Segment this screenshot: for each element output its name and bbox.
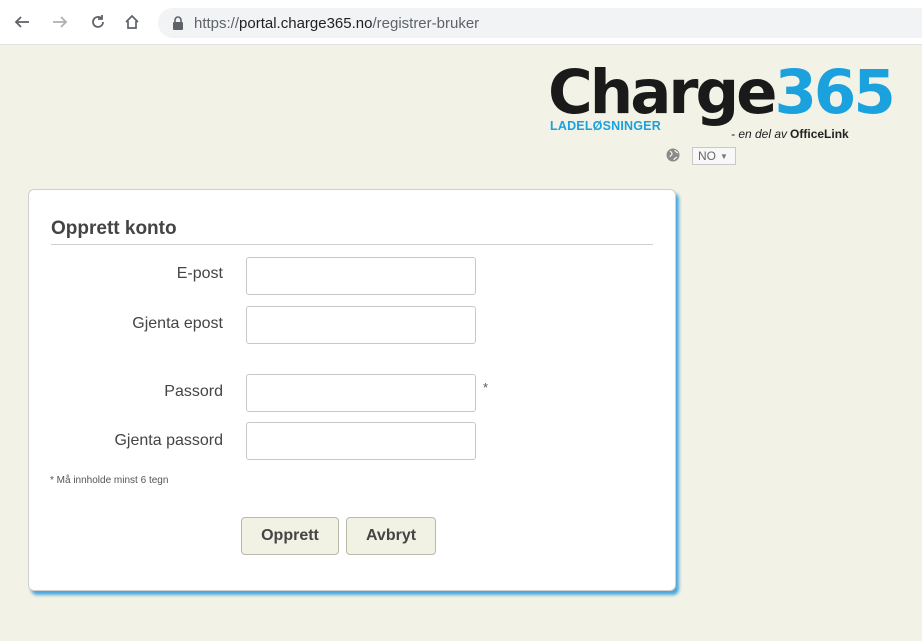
cancel-button[interactable]: Avbryt <box>346 517 436 555</box>
logo-word-number: 365 <box>774 57 895 128</box>
home-icon[interactable] <box>120 10 144 34</box>
charge365-logo: Charge365 LADELØSNINGER - en del av Offic… <box>548 62 896 142</box>
url-path: /registrer-bruker <box>372 14 480 32</box>
chevron-down-icon: ▼ <box>720 151 728 161</box>
logo-tagline-text: - en del av <box>731 127 788 141</box>
confirm-password-field[interactable] <box>246 422 476 460</box>
password-label: Passord <box>164 383 223 400</box>
logo-tagline-brand: OfficeLink <box>790 127 849 141</box>
browser-toolbar: https://portal.charge365.no/registrer-br… <box>0 0 922 45</box>
confirm-password-label: Gjenta passord <box>114 432 223 449</box>
required-mark: * <box>483 380 489 395</box>
page-title: Opprett konto <box>51 218 177 239</box>
password-field[interactable] <box>246 374 476 412</box>
create-account-card: Opprett konto E-post Gjenta epost Passor… <box>28 189 676 591</box>
language-value: NO <box>698 149 716 163</box>
lock-icon <box>170 15 186 31</box>
create-button[interactable]: Opprett <box>241 517 339 555</box>
reload-icon[interactable] <box>86 10 110 34</box>
email-label: E-post <box>176 265 223 282</box>
globe-icon <box>666 148 680 162</box>
logo-subtitle: LADELØSNINGER <box>550 119 661 133</box>
language-select[interactable]: NO ▼ <box>692 147 736 165</box>
logo-word-main: Charge <box>548 57 777 128</box>
password-requirement-note: * Må innholde minst 6 tegn <box>50 475 169 486</box>
back-icon[interactable] <box>10 10 34 34</box>
logo-tagline: - en del av OfficeLink <box>731 127 849 141</box>
url-scheme: https:// <box>194 14 240 32</box>
url-host: portal.charge365.no <box>239 14 373 32</box>
logo-wordmark: Charge365 <box>548 62 896 124</box>
confirm-email-field[interactable] <box>246 306 476 344</box>
url-text: https://portal.charge365.no/registrer-br… <box>194 15 479 32</box>
title-divider <box>51 244 653 245</box>
address-bar[interactable]: https://portal.charge365.no/registrer-br… <box>158 8 922 38</box>
confirm-email-label: Gjenta epost <box>132 315 223 332</box>
forward-icon[interactable] <box>48 10 72 34</box>
email-field[interactable] <box>246 257 476 295</box>
